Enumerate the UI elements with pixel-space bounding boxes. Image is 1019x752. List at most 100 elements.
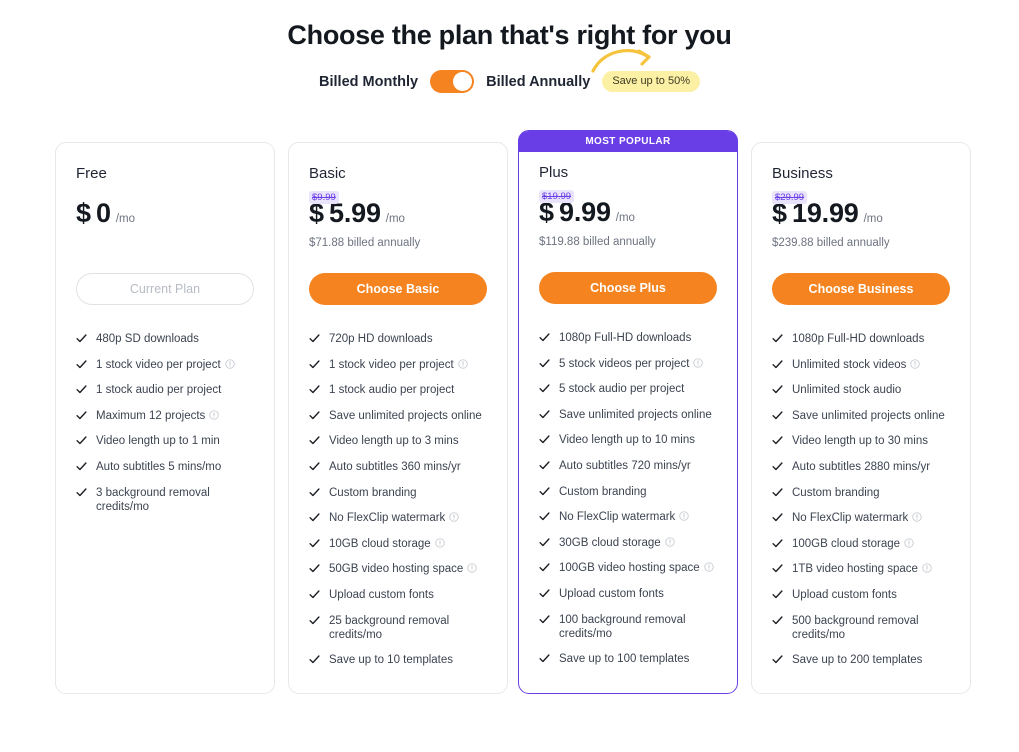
check-icon [309, 564, 320, 573]
check-icon [539, 512, 550, 521]
choose-basic-button[interactable]: Choose Basic [309, 273, 487, 305]
check-icon [76, 487, 87, 496]
info-icon[interactable] [922, 563, 932, 574]
check-icon [309, 539, 320, 547]
check-icon [309, 615, 320, 624]
billing-toggle-row: Billed Monthly Billed Annually Save up t… [0, 48, 1019, 93]
feature-label: 1 stock audio per project [96, 384, 222, 397]
check-icon [309, 487, 320, 496]
check-icon [539, 614, 550, 623]
price-row: $ 19.99 /mo $29.99 [772, 191, 950, 228]
info-icon[interactable] [224, 358, 235, 369]
check-icon [309, 436, 320, 445]
feature-label: Save unlimited projects online [329, 409, 482, 422]
feature-label: 480p SD downloads [96, 333, 199, 345]
billed-annually-label[interactable]: Billed Annually [486, 74, 590, 90]
billed-note [76, 237, 254, 251]
choose-business-button[interactable]: Choose Business [772, 273, 950, 305]
info-icon[interactable] [912, 512, 922, 522]
check-icon [76, 462, 87, 471]
feature-label: Save unlimited projects online [792, 409, 945, 422]
check-icon [76, 411, 87, 419]
feature-item: 1TB video hosting space [772, 562, 950, 576]
save-badge: Save up to 50% [602, 71, 700, 92]
feature-item: Custom branding [309, 486, 487, 500]
current-plan-button[interactable]: Current Plan [76, 273, 254, 305]
feature-label: 1TB video hosting space [792, 562, 950, 576]
feature-label: Video length up to 10 mins [559, 434, 695, 447]
info-icon[interactable] [664, 537, 675, 547]
price-row: $ 9.99 /mo $19.99 [539, 190, 717, 227]
feature-item: 100 background removal credits/mo [539, 613, 717, 641]
info-icon[interactable] [679, 511, 689, 521]
feature-item: 30GB cloud storage [539, 536, 717, 550]
feature-label: 100GB video hosting space [559, 561, 717, 575]
old-price: $19.99 [539, 190, 575, 203]
feature-item: Upload custom fonts [539, 587, 717, 601]
feature-item: Custom branding [539, 485, 717, 499]
info-icon[interactable] [467, 563, 477, 574]
old-price: $29.99 [772, 191, 808, 204]
info-icon[interactable] [457, 358, 468, 369]
info-icon[interactable] [449, 512, 459, 522]
feature-label: 1 stock audio per project [329, 384, 455, 397]
feature-label: 25 background removal credits/mo [329, 614, 450, 641]
billed-monthly-label[interactable]: Billed Monthly [319, 74, 418, 90]
feature-label: Unlimited stock videos [792, 358, 950, 372]
feature-item: 1 stock video per project [76, 358, 254, 372]
info-icon[interactable] [904, 538, 914, 548]
feature-label: Video length up to 30 mins [792, 435, 928, 448]
feature-label: 5 stock videos per project [559, 357, 717, 371]
plan-name: Free [76, 165, 107, 182]
feature-item: Video length up to 1 min [76, 434, 254, 448]
check-icon [539, 410, 550, 418]
feature-label: Video length up to 1 min [96, 435, 220, 448]
check-icon [539, 654, 550, 663]
check-icon [309, 359, 320, 368]
feature-item: 1080p Full-HD downloads [539, 331, 717, 345]
most-popular-banner: MOST POPULAR [518, 131, 738, 152]
feature-item: Video length up to 30 mins [772, 434, 950, 448]
plan-card-plus: MOST POPULAR Plus $ 9.99 /mo $19.99 $119… [518, 130, 738, 694]
feature-item: 100GB video hosting space [539, 561, 717, 575]
feature-label: Upload custom fonts [559, 587, 664, 600]
plan-card-business: Business $ 19.99 /mo $29.99 $239.88 bill… [751, 142, 971, 694]
feature-label: 1 stock video per project [96, 358, 254, 372]
feature-item: Upload custom fonts [772, 588, 950, 602]
feature-label: 100 background removal credits/mo [559, 613, 686, 640]
check-icon [309, 334, 320, 343]
feature-item: 720p HD downloads [309, 332, 487, 346]
check-icon [772, 655, 783, 664]
check-icon [309, 513, 320, 522]
check-icon [539, 333, 550, 342]
feature-item: 1 stock audio per project [76, 383, 254, 397]
feature-label: Maximum 12 projects [96, 409, 254, 423]
feature-label: Auto subtitles 5 mins/mo [96, 460, 222, 473]
info-icon[interactable] [434, 538, 445, 548]
feature-item: Save unlimited projects online [309, 409, 487, 423]
info-icon[interactable] [693, 357, 704, 368]
choose-plus-button[interactable]: Choose Plus [539, 272, 717, 304]
check-icon [309, 462, 320, 471]
price-currency: $ [76, 198, 92, 228]
check-icon [309, 590, 320, 599]
pricing-page: Choose the plan that's right for you Bil… [0, 0, 1019, 752]
info-icon[interactable] [703, 562, 714, 573]
feature-item: Upload custom fonts [309, 588, 487, 602]
feature-item: Auto subtitles 360 mins/yr [309, 460, 487, 474]
billing-toggle-switch[interactable] [430, 70, 475, 93]
plan-name: Basic [309, 165, 346, 182]
feature-label: Auto subtitles 360 mins/yr [329, 460, 461, 473]
feature-item: 480p SD downloads [76, 332, 254, 346]
check-icon [539, 589, 550, 598]
info-icon[interactable] [209, 410, 219, 420]
feature-label: 3 background removal credits/mo [96, 486, 210, 513]
feature-item: Unlimited stock audio [772, 383, 950, 397]
feature-item: No FlexClip watermark [772, 511, 950, 525]
feature-label: 50GB video hosting space [329, 562, 487, 576]
check-icon [772, 513, 783, 522]
info-icon[interactable] [910, 358, 921, 369]
feature-label: 1080p Full-HD downloads [559, 332, 692, 344]
feature-label: Upload custom fonts [329, 588, 434, 601]
check-icon [772, 564, 783, 573]
